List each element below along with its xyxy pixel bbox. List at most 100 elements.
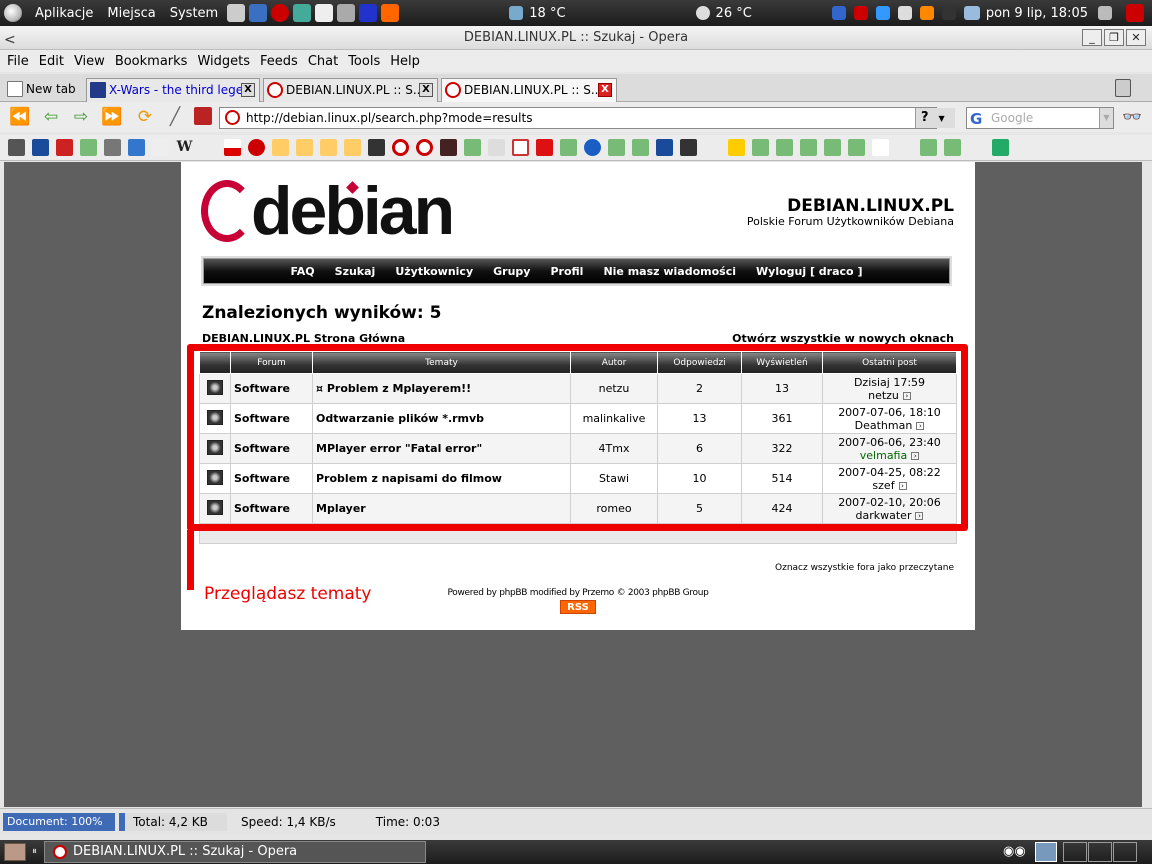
bookmark-icon[interactable]	[440, 139, 457, 156]
nav-search[interactable]: Szukaj	[335, 265, 376, 278]
bookmark-icon[interactable]	[632, 139, 649, 156]
menu-bookmarks[interactable]: Bookmarks	[110, 54, 193, 69]
bookmark-icon[interactable]	[128, 139, 145, 156]
bookmark-icon[interactable]	[104, 139, 121, 156]
bookmark-icon[interactable]	[752, 139, 769, 156]
chevron-down-icon[interactable]: ▼	[1099, 108, 1113, 128]
applications-menu[interactable]: Aplikacje	[28, 6, 100, 21]
bookmark-icon[interactable]	[680, 139, 697, 156]
bookmark-icon[interactable]	[152, 139, 169, 156]
bookmark-icon[interactable]	[272, 139, 289, 156]
tray-icon[interactable]	[919, 6, 934, 20]
close-tab-icon[interactable]: X	[419, 83, 433, 97]
workspace-3[interactable]	[1113, 842, 1137, 862]
bookmark-icon[interactable]	[968, 139, 985, 156]
bookmark-icon[interactable]	[992, 139, 1009, 156]
close-tab-icon[interactable]: X	[598, 83, 612, 97]
forward-icon[interactable]: ⇨	[70, 107, 92, 127]
menu-chat[interactable]: Chat	[303, 54, 343, 69]
gnome-foot-icon[interactable]	[4, 4, 22, 22]
tray-icon[interactable]	[875, 6, 890, 20]
bookmark-icon[interactable]	[920, 139, 937, 156]
bookmark-icon[interactable]	[1016, 139, 1033, 156]
bookmark-icon[interactable]	[584, 139, 601, 156]
bookmark-icon[interactable]	[824, 139, 841, 156]
poland-flag-icon[interactable]	[224, 139, 241, 156]
fast-forward-icon[interactable]: ⏩	[101, 107, 123, 127]
minimize-icon[interactable]: _	[1082, 29, 1102, 46]
debian-bookmark-icon[interactable]	[416, 139, 433, 156]
weather-icon[interactable]	[695, 6, 710, 20]
menu-view[interactable]: View	[69, 54, 110, 69]
wikipedia-icon[interactable]: W	[176, 139, 193, 156]
nav-logout[interactable]: Wyloguj [ draco ]	[756, 265, 862, 278]
address-field[interactable]: http://debian.linux.pl/search.php?mode=r…	[219, 107, 937, 129]
nav-groups[interactable]: Grupy	[493, 265, 530, 278]
nav-profile[interactable]: Profil	[550, 265, 583, 278]
rewind-icon[interactable]: ⏪	[9, 107, 31, 127]
menu-tools[interactable]: Tools	[343, 54, 385, 69]
bookmark-icon[interactable]	[368, 139, 385, 156]
workspace-1[interactable]	[1063, 842, 1087, 862]
menu-edit[interactable]: Edit	[34, 54, 69, 69]
tab-xwars[interactable]: X-Wars - the third lege... X	[86, 78, 260, 102]
clock[interactable]: pon 9 lip, 18:05	[986, 6, 1088, 21]
editor-launcher-icon[interactable]	[315, 4, 334, 22]
bookmark-icon[interactable]	[944, 139, 961, 156]
bookmark-icon[interactable]	[8, 139, 25, 156]
bookmark-icon[interactable]	[488, 139, 505, 156]
debian-bookmark-icon[interactable]	[392, 139, 409, 156]
tray-icon[interactable]	[897, 6, 912, 20]
home-icon[interactable]	[194, 107, 212, 125]
launcher-icon[interactable]	[381, 4, 400, 22]
menu-widgets[interactable]: Widgets	[192, 54, 255, 69]
glasses-icon[interactable]: 👓	[1122, 107, 1146, 127]
menu-file[interactable]: File	[2, 54, 34, 69]
tab-debian-1[interactable]: DEBIAN.LINUX.PL :: S... X	[263, 78, 438, 102]
bookmark-icon[interactable]	[248, 139, 265, 156]
launcher-icon[interactable]	[337, 4, 356, 22]
bookmark-icon[interactable]	[296, 139, 313, 156]
terminal-launcher-icon[interactable]	[227, 4, 246, 22]
lastfm-icon[interactable]	[536, 139, 553, 156]
bookmark-icon[interactable]	[464, 139, 481, 156]
trash-applet-icon[interactable]	[1035, 842, 1057, 862]
reload-icon[interactable]: ⟳	[134, 107, 156, 127]
weather-temp-2[interactable]: 26 °C	[716, 6, 752, 21]
bookmark-icon[interactable]	[656, 139, 673, 156]
bookmark-icon[interactable]	[608, 139, 625, 156]
trash-icon[interactable]	[1115, 79, 1131, 97]
address-help-button[interactable]: ? ▼	[915, 108, 955, 128]
launcher-icon[interactable]	[359, 4, 378, 22]
back-icon[interactable]: ⇦	[40, 107, 62, 127]
bookmark-icon[interactable]	[320, 139, 337, 156]
new-tab-button[interactable]: New tab	[4, 78, 82, 102]
logout-icon[interactable]	[1126, 4, 1144, 22]
bookmark-icon[interactable]	[56, 139, 73, 156]
show-desktop-icon[interactable]	[4, 843, 26, 861]
menu-feeds[interactable]: Feeds	[255, 54, 303, 69]
weather-icon[interactable]	[509, 6, 524, 20]
workspace-2[interactable]	[1088, 842, 1112, 862]
tray-icon[interactable]	[941, 6, 956, 20]
close-icon[interactable]: ✕	[1126, 29, 1146, 46]
launcher-icon[interactable]	[293, 4, 312, 22]
bookmark-icon[interactable]	[560, 139, 577, 156]
network-launcher-icon[interactable]	[249, 4, 268, 22]
network-monitor-icon[interactable]	[963, 6, 980, 20]
nav-messages[interactable]: Nie masz wiadomości	[603, 265, 736, 278]
weather-temp-1[interactable]: 18 °C	[529, 6, 565, 21]
bookmark-icon[interactable]	[800, 139, 817, 156]
rss-button[interactable]: RSS	[560, 600, 596, 614]
system-menu[interactable]: System	[163, 6, 225, 21]
bookmark-icon[interactable]	[776, 139, 793, 156]
eyes-applet-icon[interactable]: ◉◉	[1003, 844, 1027, 860]
volume-icon[interactable]	[1098, 6, 1112, 20]
search-field[interactable]: G Google ▼	[966, 107, 1114, 129]
taskbar-window-button[interactable]: DEBIAN.LINUX.PL :: Szukaj - Opera	[44, 841, 426, 863]
mark-read-link[interactable]: Oznacz wszystkie fora jako przeczytane	[700, 563, 954, 573]
tray-icon[interactable]	[853, 6, 868, 20]
edit-icon[interactable]: ╱	[164, 107, 186, 127]
bookmark-icon[interactable]	[704, 139, 721, 156]
window-titlebar[interactable]: < DEBIAN.LINUX.PL :: Szukaj - Opera _ ❐ …	[0, 26, 1152, 50]
